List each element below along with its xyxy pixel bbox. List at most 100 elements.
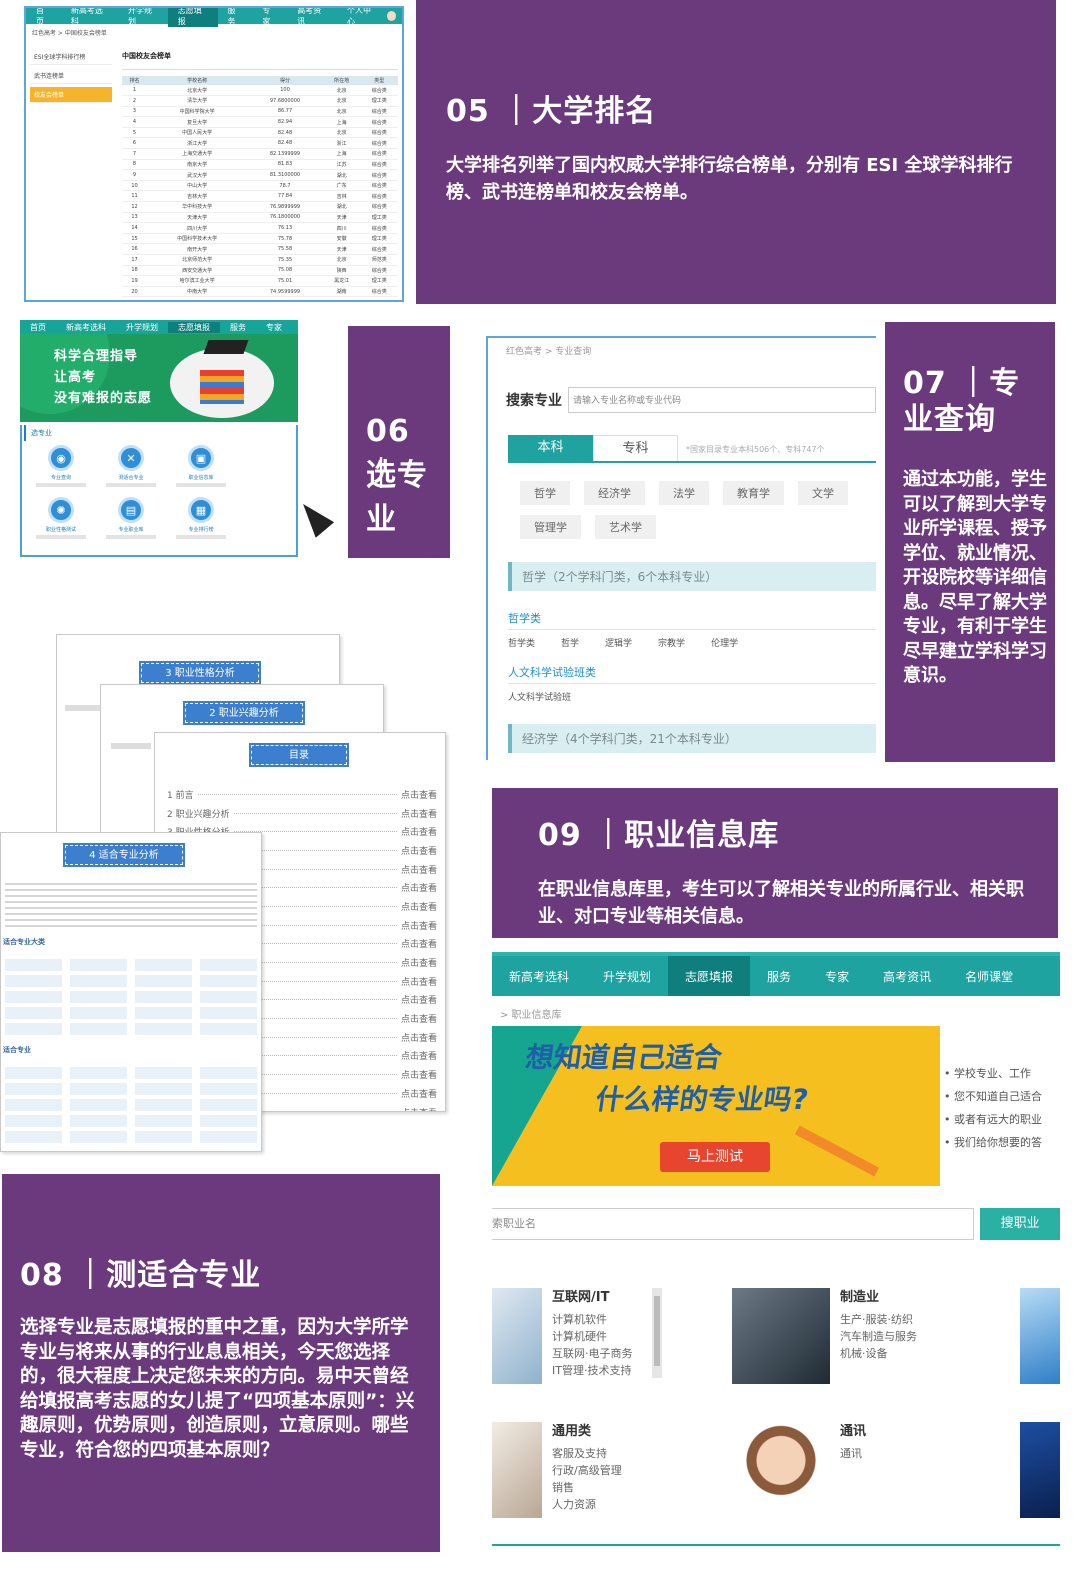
avatar[interactable] <box>386 11 397 21</box>
category-item[interactable]: 汽车制造与服务 <box>840 1328 917 1345</box>
table-row[interactable]: 3 中国科学院大学 86.77 北京 综合类 <box>122 106 398 118</box>
sidebar-item[interactable]: 校友会榜单 <box>30 87 112 103</box>
field-chip[interactable]: 哲学 <box>520 481 570 505</box>
toc-link[interactable]: 点击查看 <box>401 900 437 913</box>
table-row[interactable]: 16 南开大学 75.58 天津 综合类 <box>122 243 398 255</box>
toc-link[interactable]: 点击查看 <box>401 937 437 950</box>
category-bar-philosophy[interactable]: 哲学（2个学科门类，6个本科专业） <box>508 562 876 591</box>
nav-item[interactable]: 服务 <box>750 956 808 996</box>
field-chip[interactable]: 教育学 <box>723 481 784 505</box>
feature-item[interactable]: ✺ 职业性格测试 <box>26 497 96 539</box>
nav-item[interactable]: 首页 <box>26 8 61 27</box>
toc-link[interactable]: 点击查看 <box>401 844 437 857</box>
table-row[interactable]: 2 清华大学 97.6800000 北京 理工类 <box>122 95 398 107</box>
career-category-general[interactable]: 通用类 客服及支持 行政/高级管理 销售 人力资源 <box>492 1420 692 1520</box>
field-chip[interactable]: 法学 <box>659 481 709 505</box>
toc-link[interactable]: 点击查看 <box>401 1031 437 1044</box>
field-chip[interactable]: 经济学 <box>584 481 645 505</box>
toc-link[interactable]: 点击查看 <box>401 1106 437 1111</box>
category-item[interactable]: 计算机软件 <box>552 1311 633 1328</box>
feature-item[interactable]: ▣ 职业信息库 <box>166 445 236 487</box>
toc-link[interactable]: 点击查看 <box>401 863 437 876</box>
user-center-link[interactable]: 个人中心 <box>337 8 387 27</box>
toc-link[interactable]: 点击查看 <box>401 788 437 801</box>
nav-item[interactable]: 升学规划 <box>118 8 168 27</box>
category-item[interactable]: 人力资源 <box>552 1496 622 1513</box>
table-row[interactable]: 12 华中科技大学 76.9899999 湖北 综合类 <box>122 201 398 213</box>
nav-item[interactable]: 高考资讯 <box>287 8 337 27</box>
category-item[interactable]: 行政/高级管理 <box>552 1462 622 1479</box>
career-category-manufacturing[interactable]: 制造业 生产·服装·纺织 汽车制造与服务 机械·设备 <box>732 1286 932 1386</box>
scrollbar[interactable] <box>652 1288 662 1378</box>
major-link[interactable]: 哲学 <box>561 636 579 649</box>
sidebar-item[interactable]: 武书连榜单 <box>30 68 112 84</box>
major-link[interactable]: 哲学类 <box>508 636 535 649</box>
table-row[interactable]: 19 哈尔滨工业大学 75.01 黑龙江 理工类 <box>122 275 398 287</box>
field-chip[interactable]: 艺术学 <box>595 515 656 539</box>
major-link[interactable]: 人文科学试验班 <box>508 690 571 703</box>
feature-item[interactable]: ✕ 测适合专业 <box>96 445 166 487</box>
category-item[interactable]: 客服及支持 <box>552 1445 622 1462</box>
career-category-it[interactable]: 互联网/IT 计算机软件 计算机硬件 互联网·电子商务 IT管理·技术支持 <box>492 1286 672 1386</box>
nav-item[interactable]: 升学规划 <box>586 956 668 996</box>
table-row[interactable]: 1 北京大学 100 北京 综合类 <box>122 85 398 97</box>
field-chip[interactable]: 管理学 <box>520 515 581 539</box>
table-row[interactable]: 7 上海交通大学 82.1399999 上海 综合类 <box>122 148 398 160</box>
nav-item[interactable]: 志愿填报 <box>668 956 751 996</box>
table-row[interactable]: 20 中南大学 74.9599999 湖南 综合类 <box>122 286 398 298</box>
category-item[interactable]: 机械·设备 <box>840 1345 917 1362</box>
category-item[interactable]: 通讯 <box>840 1445 866 1462</box>
career-search-button[interactable]: 搜职业 <box>980 1208 1060 1240</box>
category-bar-economics[interactable]: 经济学（4个学科门类，21个本科专业） <box>508 724 876 753</box>
table-row[interactable]: 9 武汉大学 81.3100000 湖北 综合类 <box>122 169 398 181</box>
toc-row[interactable]: 1 前言 点击查看 <box>167 785 437 804</box>
toc-link[interactable]: 点击查看 <box>401 825 437 838</box>
toc-link[interactable]: 点击查看 <box>401 1049 437 1062</box>
major-link[interactable]: 伦理学 <box>711 636 738 649</box>
toc-link[interactable]: 点击查看 <box>401 1012 437 1025</box>
test-now-button[interactable]: 马上测试 <box>660 1142 770 1172</box>
field-chip[interactable]: 文学 <box>798 481 848 505</box>
table-row[interactable]: 6 浙江大学 82.48 浙江 综合类 <box>122 137 398 150</box>
table-row[interactable]: 15 中国科学技术大学 75.78 安徽 理工类 <box>122 233 398 245</box>
toc-link[interactable]: 点击查看 <box>401 993 437 1006</box>
toc-link[interactable]: 点击查看 <box>401 1087 437 1100</box>
feature-item[interactable]: ▦ 专业排行榜 <box>166 497 236 539</box>
tab-undergraduate[interactable]: 本科 <box>508 435 593 461</box>
table-row[interactable]: 8 南京大学 81.83 江苏 综合类 <box>122 159 398 171</box>
nav-item[interactable]: 服务 <box>218 8 253 27</box>
feature-item[interactable]: ▤ 专业职业库 <box>96 497 166 539</box>
major-link[interactable]: 逻辑学 <box>605 636 632 649</box>
category-item[interactable]: 生产·服装·纺织 <box>840 1311 917 1328</box>
career-category-telecom[interactable]: 通讯 通讯 <box>732 1420 932 1520</box>
table-row[interactable]: 10 中山大学 78.7 广东 综合类 <box>122 180 398 192</box>
nav-item[interactable]: 高考资讯 <box>866 956 948 996</box>
category-item[interactable]: 计算机硬件 <box>552 1328 633 1345</box>
table-row[interactable]: 11 吉林大学 77.84 吉林 综合类 <box>122 190 398 203</box>
nav-item[interactable]: 新高考选科 <box>492 956 586 996</box>
table-row[interactable]: 18 西安交通大学 75.08 陕西 综合类 <box>122 265 398 277</box>
category-item[interactable]: 互联网·电子商务 <box>552 1345 633 1362</box>
table-row[interactable]: 4 复旦大学 82.94 上海 综合类 <box>122 116 398 128</box>
nav-item[interactable]: 新高考选科 <box>61 8 118 27</box>
toc-link[interactable]: 点击查看 <box>401 807 437 820</box>
toc-link[interactable]: 点击查看 <box>401 975 437 988</box>
major-search-input[interactable]: 请输入专业名称或专业代码 <box>568 387 876 413</box>
category-item[interactable]: IT管理·技术支持 <box>552 1362 633 1379</box>
nav-item[interactable]: 志愿填报 <box>167 8 218 27</box>
nav-item[interactable]: 专家 <box>252 8 287 27</box>
toc-row[interactable]: 2 职业兴趣分析 点击查看 <box>167 804 437 823</box>
toc-link[interactable]: 点击查看 <box>401 1068 437 1081</box>
major-link[interactable]: 宗教学 <box>658 636 685 649</box>
category-item[interactable]: 销售 <box>552 1479 622 1496</box>
toc-link[interactable]: 点击查看 <box>401 881 437 894</box>
toc-link[interactable]: 点击查看 <box>401 919 437 932</box>
toc-link[interactable]: 点击查看 <box>401 956 437 969</box>
table-row[interactable]: 5 中国人民大学 82.48 北京 综合类 <box>122 127 398 139</box>
table-row[interactable]: 14 四川大学 76.13 四川 综合类 <box>122 222 398 234</box>
career-search-input[interactable]: 索职业名 <box>492 1208 975 1240</box>
table-row[interactable]: 17 北京师范大学 75.35 北京 师范类 <box>122 254 398 266</box>
table-row[interactable]: 13 天津大学 76.1800000 天津 理工类 <box>122 212 398 224</box>
sidebar-item[interactable]: ESI全球学科排行榜 <box>30 49 112 65</box>
nav-item[interactable]: 名师课堂 <box>948 956 1030 996</box>
